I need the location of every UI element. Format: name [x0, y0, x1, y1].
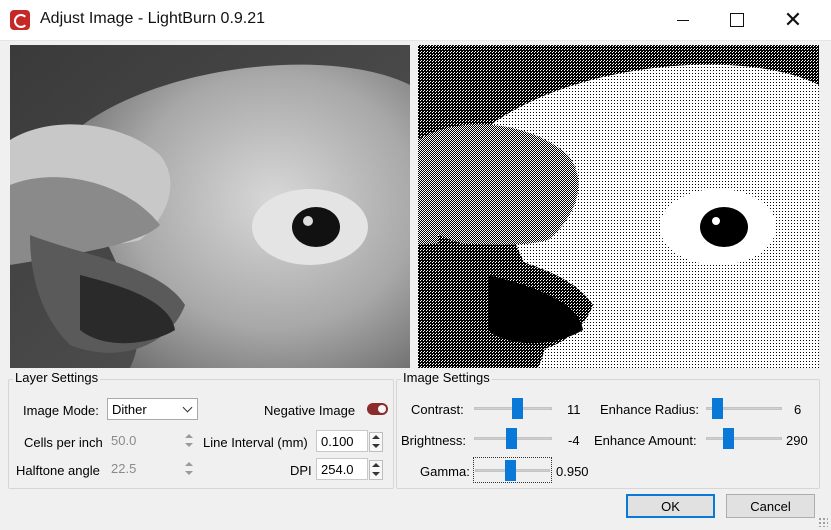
enhance-amount-label: Enhance Amount:: [594, 433, 697, 448]
title-bar: Adjust Image - LightBurn 0.9.21 ✕: [0, 0, 831, 41]
close-icon: ✕: [783, 7, 803, 32]
parrot-dithered-image: [418, 45, 819, 368]
cells-per-inch-label: Cells per inch: [24, 435, 103, 450]
slider-thumb[interactable]: [723, 428, 735, 449]
halftone-angle-label: Halftone angle: [16, 463, 100, 478]
ok-button-label: OK: [661, 498, 680, 514]
spin-arrows-icon[interactable]: [183, 460, 195, 478]
cancel-button-label: Cancel: [750, 498, 791, 514]
cells-per-inch-value[interactable]: 50.0: [107, 430, 177, 452]
slider-track: [706, 437, 782, 440]
enhance-amount-slider[interactable]: [706, 427, 782, 449]
negative-image-toggle[interactable]: [367, 403, 388, 415]
lightburn-app-icon: [10, 10, 30, 30]
slider-thumb[interactable]: [505, 460, 517, 481]
cells-per-inch-spinbox[interactable]: 50.0: [107, 430, 195, 452]
gamma-label: Gamma:: [420, 464, 470, 479]
slider-thumb[interactable]: [506, 428, 518, 449]
gamma-slider[interactable]: [473, 457, 552, 483]
brightness-value: -4: [568, 433, 580, 448]
enhance-radius-slider[interactable]: [706, 397, 782, 419]
contrast-label: Contrast:: [411, 402, 464, 417]
minimize-button[interactable]: [660, 0, 706, 40]
spin-arrows-icon[interactable]: [369, 460, 383, 480]
dpi-label: DPI: [290, 463, 312, 478]
image-settings-title: Image Settings: [401, 370, 492, 385]
line-interval-value[interactable]: 0.100: [316, 430, 368, 452]
image-mode-label: Image Mode:: [23, 403, 99, 418]
cancel-button[interactable]: Cancel: [726, 494, 815, 518]
slider-thumb[interactable]: [712, 398, 724, 419]
original-image-preview: [10, 45, 410, 368]
ok-button[interactable]: OK: [626, 494, 715, 518]
image-mode-dropdown[interactable]: Dither: [107, 398, 198, 420]
close-button[interactable]: ✕: [770, 0, 816, 40]
enhance-radius-value: 6: [794, 402, 802, 417]
slider-thumb[interactable]: [511, 398, 523, 419]
contrast-slider[interactable]: [474, 397, 552, 419]
dpi-value[interactable]: 254.0: [316, 458, 368, 480]
negative-image-label: Negative Image: [264, 403, 356, 418]
parrot-grayscale-image: [10, 45, 410, 368]
dpi-spinbox[interactable]: 254.0: [316, 458, 384, 480]
minimize-icon: [677, 19, 689, 21]
line-interval-label: Line Interval (mm): [203, 435, 308, 450]
spin-arrows-icon[interactable]: [369, 432, 383, 452]
dithered-image-preview: [418, 45, 819, 368]
resize-grip-icon[interactable]: [818, 517, 828, 527]
layer-settings-title: Layer Settings: [13, 370, 101, 385]
line-interval-spinbox[interactable]: 0.100: [316, 430, 384, 452]
brightness-label: Brightness:: [401, 433, 467, 448]
spin-arrows-icon[interactable]: [183, 432, 195, 450]
enhance-amount-value: 290: [786, 433, 808, 448]
gamma-value: 0.950: [556, 464, 589, 479]
brightness-slider[interactable]: [474, 427, 552, 449]
halftone-angle-value[interactable]: 22.5: [107, 458, 177, 480]
maximize-button[interactable]: [714, 0, 760, 40]
maximize-icon: [730, 13, 744, 27]
contrast-value: 11: [567, 402, 581, 417]
chevron-down-icon: [182, 402, 193, 413]
halftone-angle-spinbox[interactable]: 22.5: [107, 458, 195, 480]
window-title: Adjust Image - LightBurn 0.9.21: [40, 10, 266, 27]
image-mode-value: Dither: [112, 402, 147, 417]
enhance-radius-label: Enhance Radius:: [600, 402, 700, 417]
